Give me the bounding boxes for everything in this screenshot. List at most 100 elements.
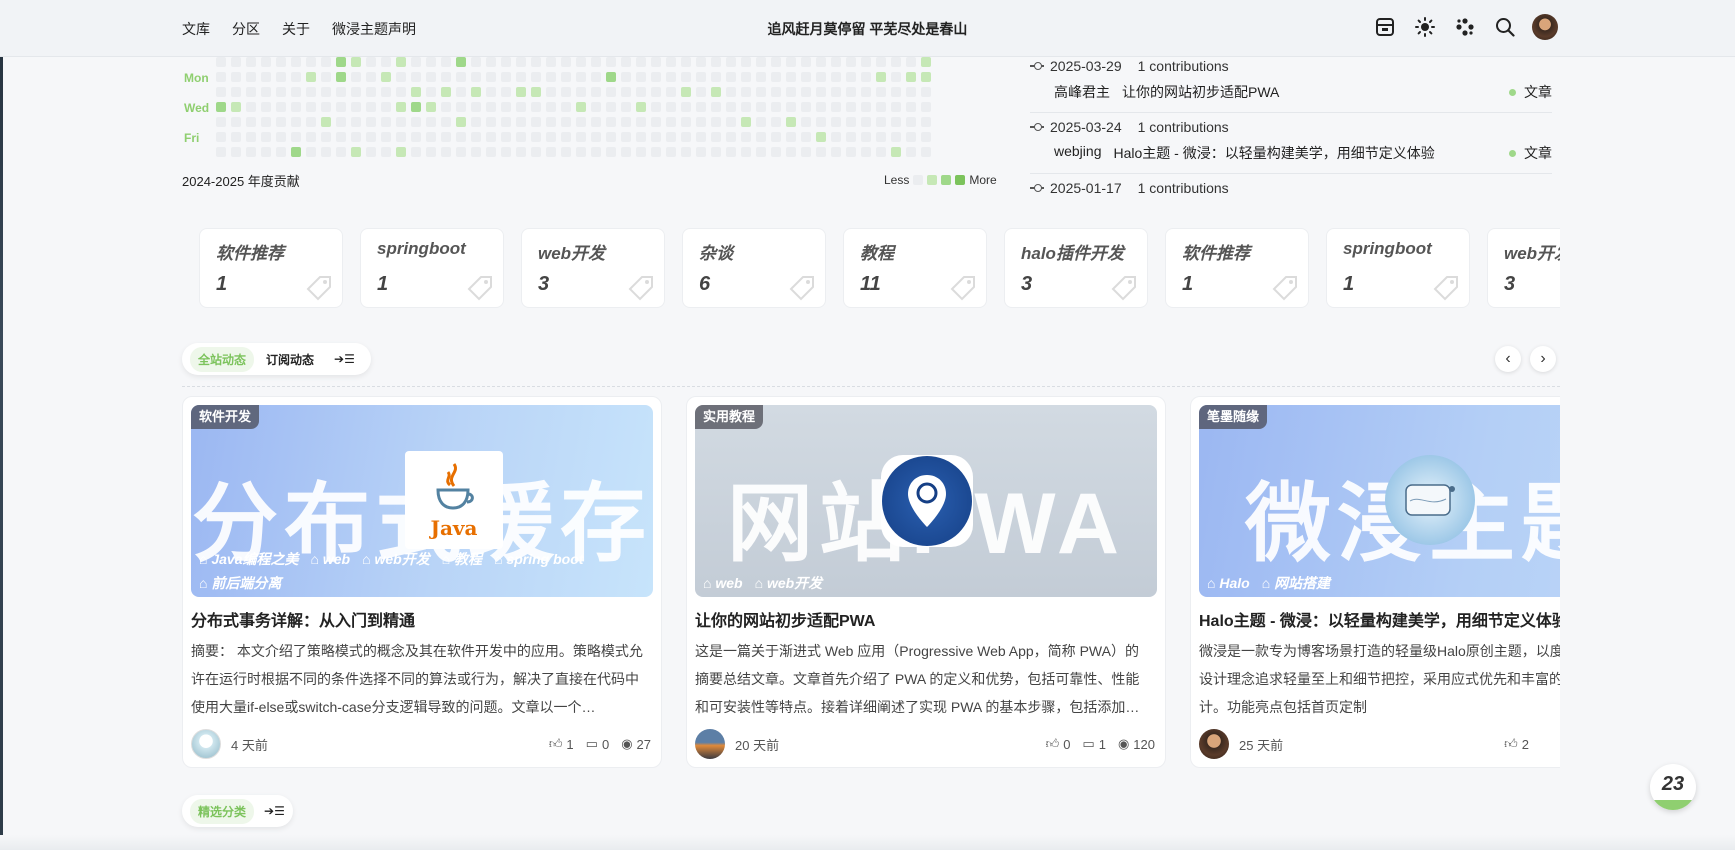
post-card[interactable]: 分布式缓存 Java ⌂ Java编程之美⌂ web⌂ web开发⌂ 教程⌂ s… (182, 396, 662, 768)
heatmap-cell (786, 102, 796, 112)
tab-featured-categories[interactable]: 精选分类 (190, 798, 255, 824)
heatmap-cell (246, 87, 256, 97)
heatmap-cell (486, 87, 496, 97)
grid-icon[interactable] (1452, 14, 1478, 40)
carousel-prev-button[interactable]: ‹ (1495, 346, 1521, 372)
user-avatar[interactable] (1532, 14, 1558, 40)
category-badge[interactable]: 软件开发 (191, 405, 260, 429)
heatmap-cell (381, 102, 391, 112)
carousel-next-button[interactable]: › (1530, 346, 1556, 372)
heatmap-cell (696, 117, 706, 127)
post-thumbnail[interactable]: 微浸主题 ⌂ Halo⌂ 网站搭建 (1199, 405, 1560, 597)
post-card[interactable]: 网站PWA ⌂ web⌂ web开发 实用教程 让你的网站初步适配PWA 这是一… (686, 396, 1166, 768)
heatmap-cell (606, 57, 616, 67)
category-badge[interactable]: 实用教程 (695, 405, 764, 429)
tag-card[interactable]: halo插件开发 3 (1004, 228, 1148, 308)
author-avatar[interactable] (191, 729, 221, 759)
heatmap-cell (456, 117, 466, 127)
heatmap-cell (786, 57, 796, 67)
contribution-item[interactable]: 2025-03-24 1 contributions webjing Halo主题 … (1030, 113, 1552, 174)
heatmap-cell (276, 87, 286, 97)
post-title[interactable]: 让你的网站初步适配PWA (695, 607, 875, 631)
tag-name: 软件推荐 (1182, 244, 1250, 263)
heatmap-cell (891, 102, 901, 112)
post-thumbnail[interactable]: 分布式缓存 Java ⌂ Java编程之美⌂ web⌂ web开发⌂ 教程⌂ s… (191, 405, 653, 597)
post-thumbnail[interactable]: 网站PWA ⌂ web⌂ web开发 (695, 405, 1157, 597)
like-stat[interactable]: 👍︎ 0 (1046, 736, 1071, 752)
contribution-title[interactable]: Halo主题 - 微浸：以轻量构建美学，用细节定义体验 (1113, 143, 1434, 163)
post-tag[interactable]: ⌂ Java编程之美 (199, 551, 299, 567)
heatmap-cell (306, 102, 316, 112)
heatmap-cell (681, 117, 691, 127)
heatmap-cell (456, 102, 466, 112)
heatmap-cell (846, 87, 856, 97)
comment-stat[interactable]: ▭ 0 (586, 736, 610, 752)
heatmap-cell (876, 72, 886, 82)
contribution-item[interactable]: 2025-01-17 1 contributions (1030, 174, 1552, 198)
post-tag[interactable]: ⌂ web (311, 551, 351, 567)
heatmap-cell (411, 57, 421, 67)
post-tag[interactable]: ⌂ spring boot (494, 551, 583, 567)
heatmap-cell (291, 117, 301, 127)
tag-name: halo插件开发 (1021, 244, 1124, 263)
search-icon[interactable] (1492, 14, 1518, 40)
tag-card[interactable]: 软件推荐 1 (1165, 228, 1309, 308)
post-tag[interactable]: ⌂ Halo (1207, 575, 1250, 591)
post-meta: 25 天前 👍︎ 2 (1199, 729, 1560, 759)
tag-card[interactable]: 教程 11 (843, 228, 987, 308)
like-stat[interactable]: 👍︎ 1 (549, 736, 574, 752)
comment-stat[interactable]: ▭ 1 (1082, 736, 1106, 752)
heatmap-cell (471, 57, 481, 67)
tag-card[interactable]: 软件推荐 1 (199, 228, 343, 308)
post-tags: ⌂ Halo ⌂ 网站搭建 (1207, 571, 1560, 595)
archive-icon[interactable] (1372, 14, 1398, 40)
tag-card[interactable]: springboot 1 (1326, 228, 1470, 308)
tag-count: 3 (1021, 273, 1033, 295)
heatmap-cell (471, 87, 481, 97)
feed-more-button[interactable]: ➔☰ (326, 348, 363, 370)
featured-more-button[interactable]: ➔☰ (264, 800, 285, 822)
tag-card[interactable]: web开发 3 (521, 228, 665, 308)
heatmap-cell (501, 87, 511, 97)
heatmap-cell (906, 87, 916, 97)
tag-name: 教程 (860, 244, 894, 263)
heatmap-cell (591, 72, 601, 82)
post-tag[interactable]: ⌂ web (703, 575, 743, 591)
heatmap-cell (771, 132, 781, 142)
post-title[interactable]: 分布式事务详解：从入门到精通 (191, 607, 415, 631)
post-title[interactable]: Halo主题 - 微浸：以轻量构建美学，用细节定义体验 (1199, 607, 1560, 631)
heatmap-cell (636, 87, 646, 97)
tag-card[interactable]: web开发 3 (1487, 228, 1560, 308)
post-tag[interactable]: ⌂ web开发 (362, 551, 430, 567)
post-tag[interactable]: ⌂ web开发 (755, 575, 823, 591)
author-avatar[interactable] (1199, 729, 1229, 759)
tag-icon (1433, 276, 1458, 301)
post-tag[interactable]: ⌂ 教程 (442, 551, 482, 567)
heatmap-cell (321, 102, 331, 112)
post-card[interactable]: 微浸主题 ⌂ Halo⌂ 网站搭建 笔墨随缘 Halo主题 - 微浸：以轻量构建… (1190, 396, 1560, 768)
heatmap-cell (306, 87, 316, 97)
post-tag[interactable]: ⌂ 网站搭建 (1262, 575, 1330, 591)
heatmap-cell (576, 57, 586, 67)
thumbs-up-icon: 👍︎ (1504, 736, 1518, 751)
heatmap-cell (426, 57, 436, 67)
author-avatar[interactable] (695, 729, 725, 759)
category-badge[interactable]: 笔墨随缘 (1199, 405, 1268, 429)
tab-all-activity[interactable]: 全站动态 (190, 346, 255, 372)
feed-tabs: 全站动态 订阅动态 ➔☰ (182, 343, 371, 375)
heatmap-cell (531, 57, 541, 67)
heatmap-cell (576, 132, 586, 142)
post-tag[interactable]: ⌂ 前后端分离 (199, 575, 281, 591)
like-stat[interactable]: 👍︎ 2 (1504, 736, 1529, 752)
heatmap-cell (486, 147, 496, 157)
contribution-title[interactable]: 让你的网站初步适配PWA (1122, 82, 1279, 102)
floating-badge[interactable]: 23 (1650, 764, 1696, 810)
tag-card[interactable]: 杂谈 6 (682, 228, 826, 308)
contribution-list[interactable]: 2025-03-29 1 contributions 高峰君主 让你的网站初步适配P… (1030, 58, 1552, 198)
heatmap-cell (471, 72, 481, 82)
sun-icon[interactable] (1412, 14, 1438, 40)
contribution-item[interactable]: 2025-03-29 1 contributions 高峰君主 让你的网站初步适配P… (1030, 58, 1552, 113)
heatmap-cell (216, 147, 226, 157)
tab-subscribed[interactable]: 订阅动态 (266, 347, 314, 372)
tag-card[interactable]: springboot 1 (360, 228, 504, 308)
